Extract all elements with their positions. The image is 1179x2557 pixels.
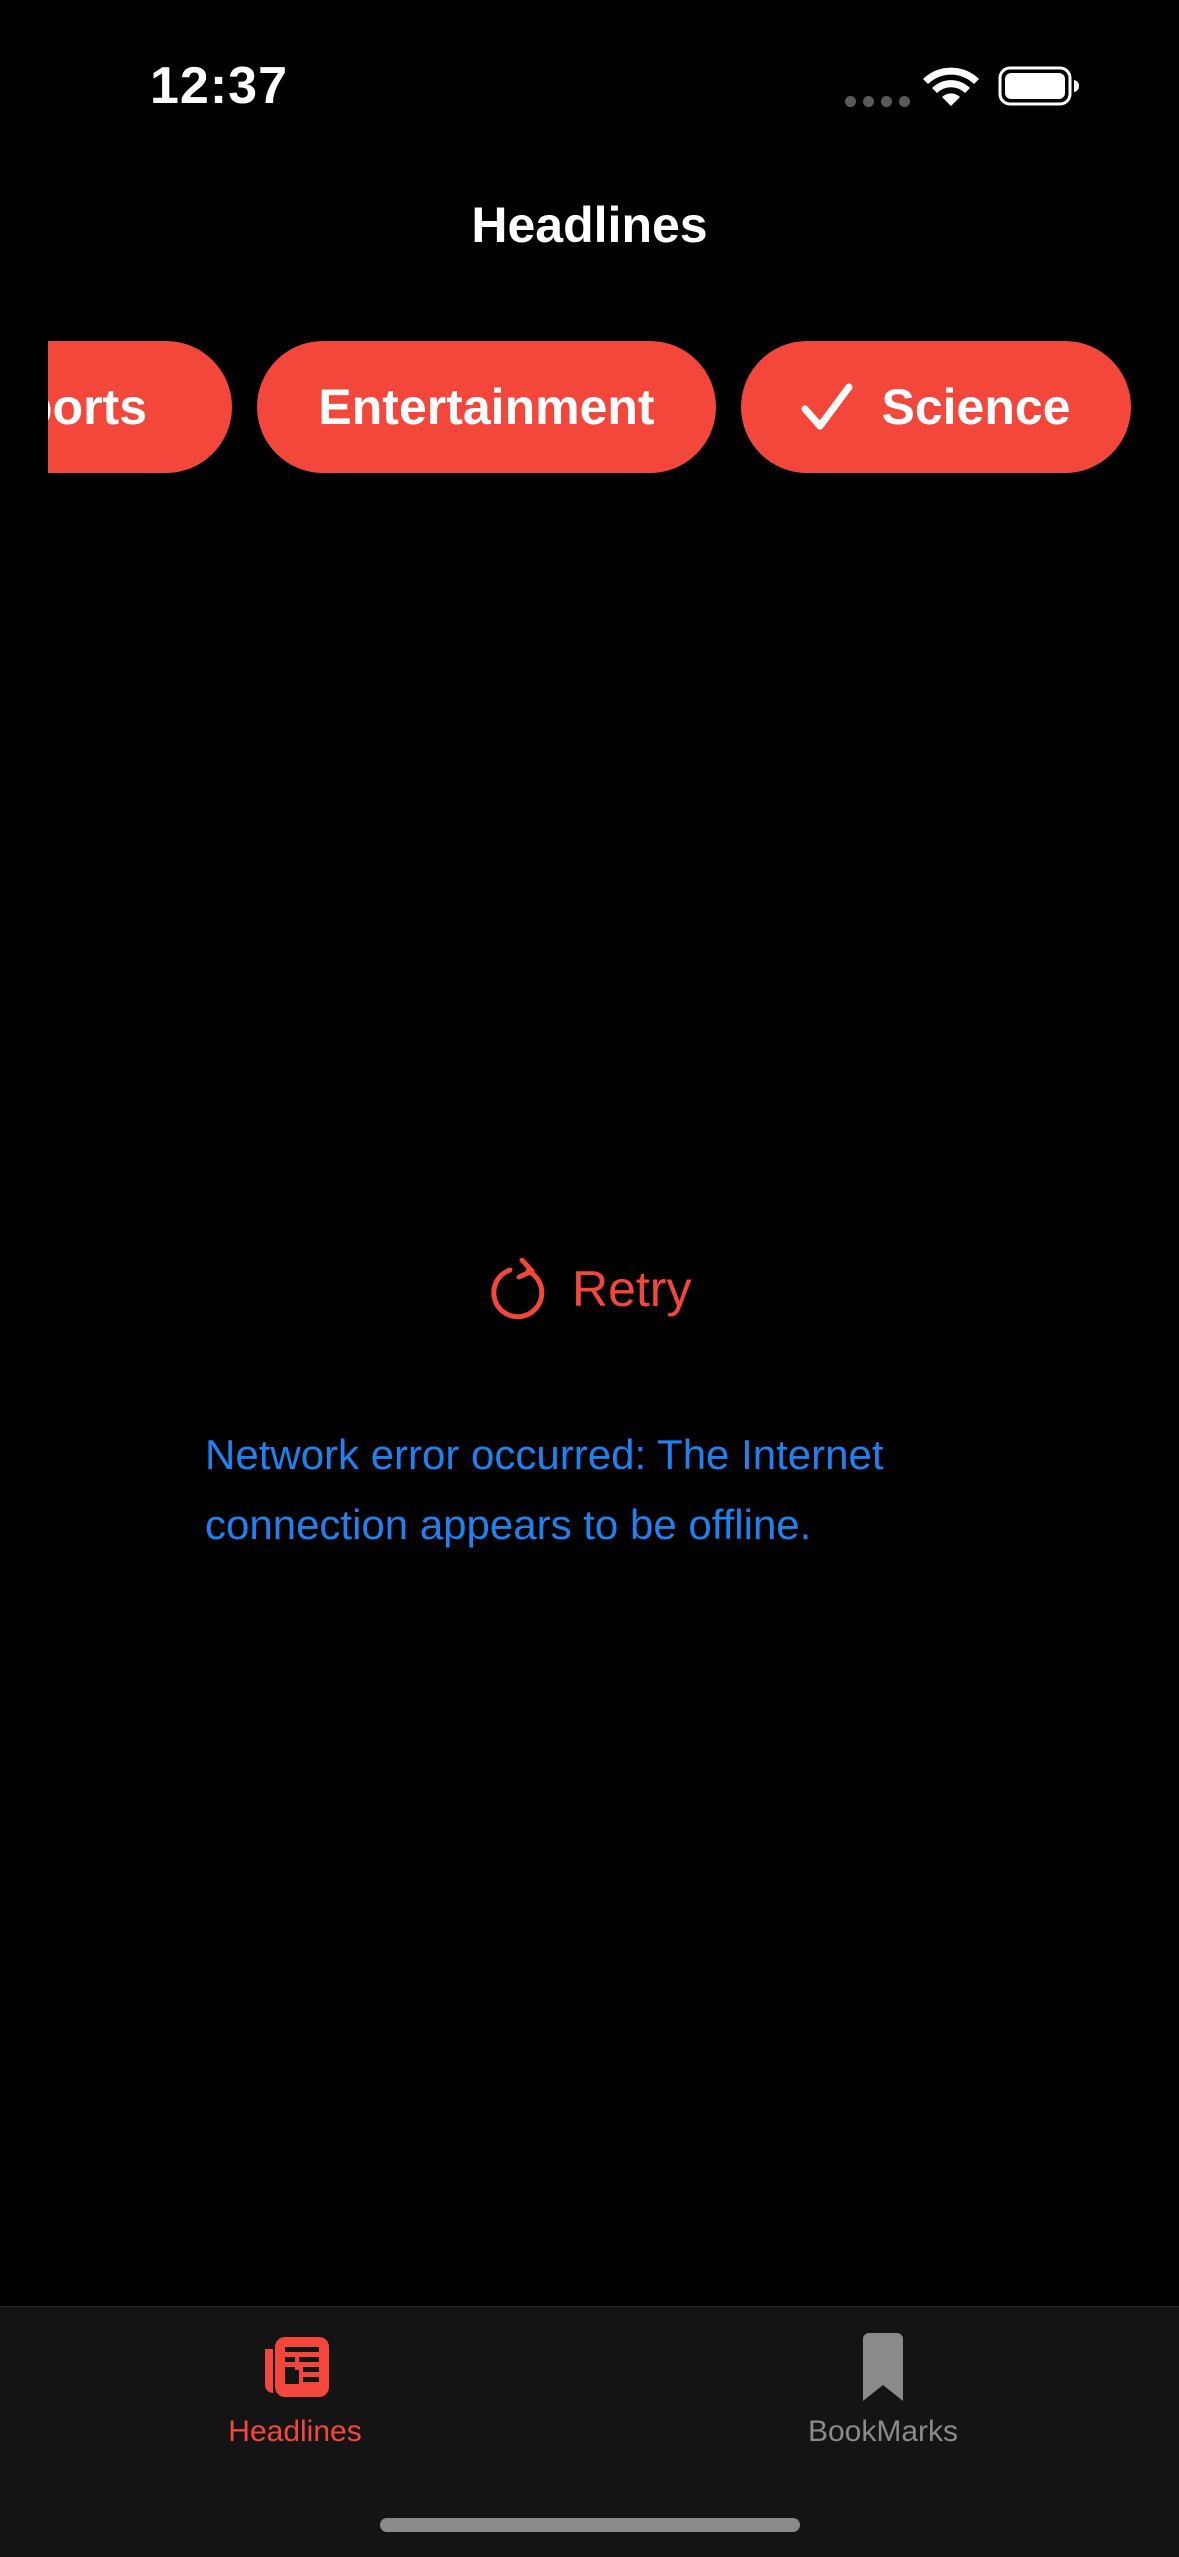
tab-label: Headlines [228,2415,362,2448]
checkmark-icon [801,383,853,430]
category-chip-science[interactable]: Science [741,341,1131,473]
wifi-icon [923,67,979,106]
category-chip-label: Entertainment [318,379,655,435]
retry-button[interactable]: Retry [488,1258,691,1320]
tab-headlines[interactable]: Headlines [145,2307,445,2449]
battery-icon [998,66,1079,106]
category-chip-label: ports [48,379,147,435]
category-chip-entertainment[interactable]: Entertainment [257,341,716,473]
retry-label: Retry [572,1261,692,1317]
home-indicator[interactable] [380,2518,800,2532]
tab-bookmarks[interactable]: BookMarks [733,2307,1033,2449]
newspaper-icon [265,2337,329,2397]
cellular-signal-icon [845,96,910,107]
error-message: Network error occurred: The Internet con… [205,1431,884,1548]
arrow-clockwise-icon [491,1258,545,1320]
category-chips: ports Entertainment Science [0,341,1179,473]
tab-label: BookMarks [807,2415,959,2448]
category-chip-label: Science [881,379,1071,435]
page-title: Headlines [471,197,708,253]
bookmark-icon [863,2333,903,2401]
status-time: 12:37 [150,57,288,115]
category-chip-sports[interactable]: ports [48,341,232,473]
